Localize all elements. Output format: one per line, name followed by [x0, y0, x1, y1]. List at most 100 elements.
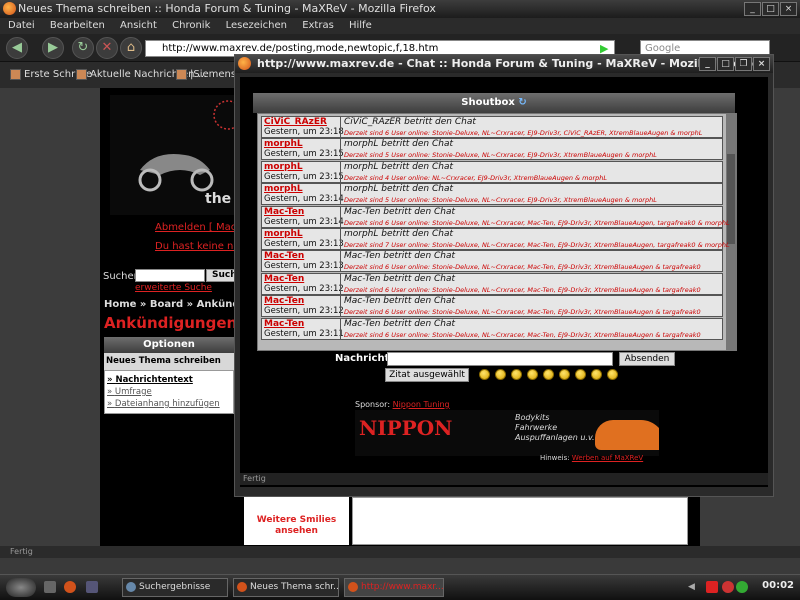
close-button[interactable]: ×: [780, 2, 797, 16]
tray-icon[interactable]: [722, 581, 734, 593]
home-icon[interactable]: ⌂: [120, 37, 142, 59]
start-button[interactable]: [6, 578, 36, 597]
chat-message: CiViC_RAzER Gestern, um 23:18 CiViC_RAzER …: [261, 116, 723, 138]
chat-message: morphL Gestern, um 23:15 morphL betritt de…: [261, 160, 723, 183]
message-user[interactable]: Mac-Ten: [264, 274, 304, 284]
message-user[interactable]: Mac-Ten: [264, 319, 304, 329]
menu-lesezeichen[interactable]: Lesezeichen: [226, 20, 287, 31]
message-user[interactable]: Mac-Ten: [264, 207, 304, 217]
message-user[interactable]: Mac-Ten: [264, 251, 304, 261]
chat-message-input[interactable]: [387, 352, 613, 366]
message-user[interactable]: morphL: [264, 229, 303, 239]
message-divider: [340, 296, 341, 317]
message-divider: [340, 117, 341, 137]
message-divider: [340, 251, 341, 272]
menu-bar: Datei Bearbeiten Ansicht Chronik Lesezei…: [0, 18, 800, 34]
maximize-button[interactable]: □: [762, 2, 779, 16]
forum-search-input[interactable]: [135, 269, 205, 282]
message-text: morphL betritt den Chat: [344, 229, 454, 239]
main-window-title-bar: Neues Thema schreiben :: Honda Forum & T…: [0, 0, 800, 18]
message-divider: [340, 206, 341, 227]
ad-tagline: Bodykits Fahrwerke Auspuffanlagen u.v.m.: [515, 413, 605, 442]
message-time: Gestern, um 23:11: [264, 328, 344, 339]
quicklaunch-icon[interactable]: [44, 581, 56, 593]
smiley-icon[interactable]: [527, 369, 538, 380]
scrollbar-thumb[interactable]: [727, 154, 735, 244]
taskbar-item[interactable]: Suchergebnisse: [122, 578, 228, 597]
forward-arrow-icon[interactable]: ▶: [42, 37, 64, 59]
option-item[interactable]: » Dateianhang hinzufügen: [107, 399, 220, 409]
message-text: Mac-Ten betritt den Chat: [344, 318, 456, 329]
message-user[interactable]: morphL: [264, 162, 303, 172]
firefox-icon: [348, 582, 358, 592]
firefox-icon: [238, 57, 251, 70]
main-status-bar: Fertig: [0, 546, 800, 558]
chat-message: Mac-Ten Gestern, um 23:12 Mac-Ten betritt …: [261, 272, 723, 295]
taskbar-item-active[interactable]: http://www.maxr...: [344, 578, 444, 597]
menu-bearbeiten[interactable]: Bearbeiten: [50, 20, 105, 31]
maximize-button[interactable]: □: [717, 57, 734, 71]
tray-expand-icon[interactable]: ◀: [688, 582, 695, 592]
menu-ansicht[interactable]: Ansicht: [120, 20, 157, 31]
message-textarea[interactable]: [352, 497, 688, 545]
menu-datei[interactable]: Datei: [8, 20, 35, 31]
smiley-icon[interactable]: [575, 369, 586, 380]
chat-window-title-bar: http://www.maxrev.de - Chat :: Honda For…: [235, 55, 773, 73]
option-item[interactable]: » Nachrichtentext: [107, 375, 193, 385]
options-list: » Nachrichtentext » Umfrage » Dateianhan…: [104, 370, 234, 414]
quicklaunch-icon[interactable]: [86, 581, 98, 593]
message-user[interactable]: morphL: [264, 184, 303, 194]
smiley-icon[interactable]: [607, 369, 618, 380]
advertise-link[interactable]: Werben auf MaXReV: [572, 454, 643, 462]
message-user[interactable]: CiViC_RAzER: [264, 117, 327, 127]
sponsor-ad-banner[interactable]: NIPPON Bodykits Fahrwerke Auspuffanlagen…: [355, 410, 659, 456]
smiley-icon[interactable]: [495, 369, 506, 380]
close-button[interactable]: ×: [753, 57, 770, 71]
smiley-icon[interactable]: [511, 369, 522, 380]
taskbar-item[interactable]: Neues Thema schr...: [233, 578, 339, 597]
advertising-note: Hinweis: Werben auf MaXReV: [540, 454, 644, 462]
taskbar: Suchergebnisse Neues Thema schr... http:…: [0, 574, 800, 600]
forum-search-button[interactable]: Such: [206, 269, 237, 282]
stop-icon[interactable]: ✕: [96, 37, 118, 59]
scrollbar[interactable]: [726, 114, 736, 350]
message-user[interactable]: Mac-Ten: [264, 296, 304, 306]
back-arrow-icon[interactable]: ◀: [6, 37, 28, 59]
refresh-icon[interactable]: ↻: [518, 97, 526, 108]
message-info: Derzeit sind 5 User online: Stonie-Delux…: [344, 151, 657, 160]
chat-message: morphL Gestern, um 23:14 morphL betritt de…: [261, 183, 723, 206]
minimize-button[interactable]: _: [744, 2, 761, 16]
tray-icon[interactable]: [736, 581, 748, 593]
smiley-icon[interactable]: [479, 369, 490, 380]
advanced-search-link[interactable]: erweiterte Suche: [135, 283, 212, 293]
message-info: Derzeit sind 7 User online: Stonie-Delux…: [344, 241, 730, 249]
firefox-quicklaunch-icon[interactable]: [64, 581, 76, 593]
minimize-button[interactable]: _: [699, 57, 716, 71]
sponsor-line: Sponsor: Nippon Tuning: [355, 400, 450, 409]
menu-chronik[interactable]: Chronik: [172, 20, 210, 31]
option-item[interactable]: » Umfrage: [107, 387, 152, 397]
message-text: CiViC_RAzER betritt den Chat: [344, 117, 476, 127]
quote-button[interactable]: Zitat ausgewählt: [385, 368, 469, 382]
send-button[interactable]: Absenden: [619, 352, 675, 366]
reload-icon[interactable]: ↻: [72, 37, 94, 59]
search-icon: [126, 582, 136, 592]
message-text: morphL betritt den Chat: [344, 139, 454, 150]
menu-hilfe[interactable]: Hilfe: [349, 20, 372, 31]
menu-extras[interactable]: Extras: [302, 20, 334, 31]
shoutbox-header: Shoutbox ↻: [253, 93, 735, 113]
smiley-icon[interactable]: [543, 369, 554, 380]
restore-button[interactable]: ❐: [735, 57, 752, 71]
tray-icon[interactable]: [706, 581, 718, 593]
chat-status-bar: Fertig: [240, 473, 768, 485]
chat-message: morphL Gestern, um 23:13 morphL betritt de…: [261, 228, 730, 250]
smiley-icon[interactable]: [591, 369, 602, 380]
smiley-icon[interactable]: [559, 369, 570, 380]
sponsor-link[interactable]: Nippon Tuning: [393, 400, 450, 409]
more-smilies-link[interactable]: Weitere Smilies ansehen: [244, 515, 349, 537]
chat-message: morphL Gestern, um 23:15 morphL betritt de…: [261, 138, 723, 161]
message-user[interactable]: morphL: [264, 139, 303, 149]
message-text: Mac-Ten betritt den Chat: [344, 206, 456, 217]
bookmark-icon: [10, 69, 21, 80]
message-time: Gestern, um 23:12: [264, 283, 344, 294]
